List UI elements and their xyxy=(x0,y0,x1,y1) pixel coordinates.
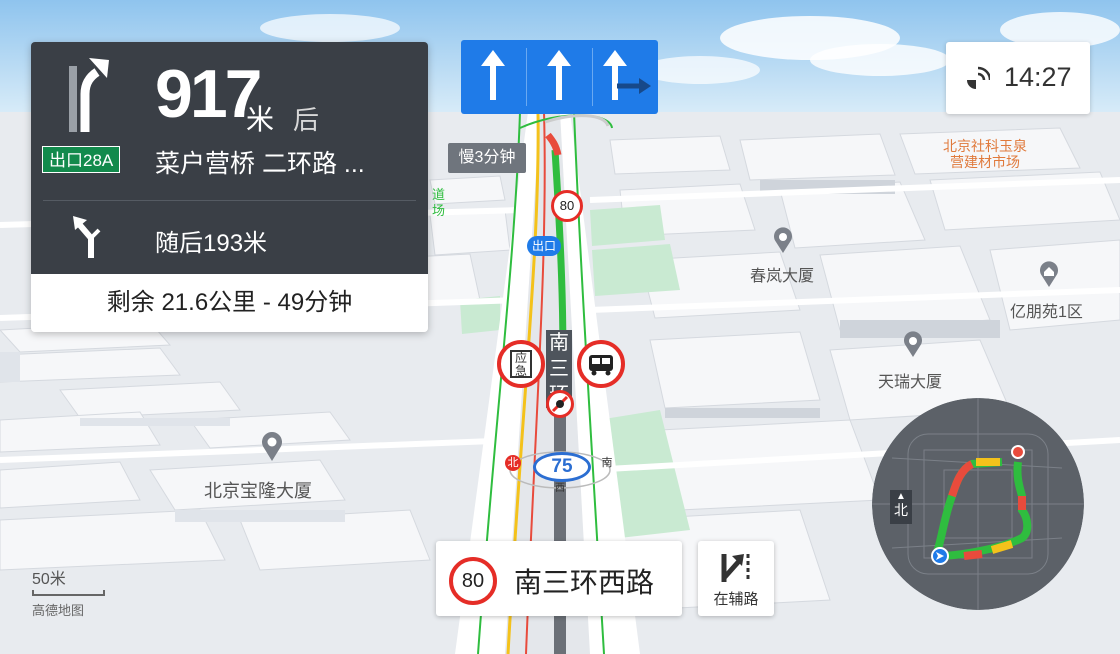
scale-line xyxy=(32,590,105,596)
lane-speed-marker: 75 xyxy=(533,452,591,482)
lane-straight xyxy=(461,40,526,114)
clock-time: 14:27 xyxy=(1004,62,1072,92)
exit-marker: 出口 xyxy=(527,236,561,256)
north-marker: 北 xyxy=(505,455,521,471)
poi-home-icon xyxy=(1040,261,1058,287)
divider xyxy=(43,200,416,201)
poi-pin-icon xyxy=(774,227,792,253)
current-road-name: 南三环西路 xyxy=(514,567,655,598)
navigation-screen: 南三环西路 80 出口 应 急 75 北 南 西 道 场 北京社科玉泉 营建材市… xyxy=(0,0,1120,654)
exit-badge: 出口28A xyxy=(42,146,121,173)
satellite-icon xyxy=(967,66,990,89)
lane-straight-right xyxy=(593,40,658,114)
up-arrow-icon xyxy=(481,50,505,100)
switch-aux-road-button[interactable]: 在辅路 xyxy=(698,541,774,616)
poi-pin-icon xyxy=(262,432,282,461)
aux-road-label: 在辅路 xyxy=(713,591,759,608)
next-instruction: 随后193米 xyxy=(155,230,268,257)
distance-unit: 米 xyxy=(246,104,275,135)
map-scale: 50米 高德地图 xyxy=(32,565,105,619)
poi-pin-icon xyxy=(904,331,922,357)
poi-building-materials-market: 北京社科玉泉 营建材市场 xyxy=(943,138,1027,170)
west-marker: 西 xyxy=(555,483,565,494)
no-overtaking-sign xyxy=(546,390,574,418)
maneuver-panel[interactable]: 917 米 后 出口28A 菜户营桥 二环路 ... 随后193米 剩余 21.… xyxy=(31,42,428,332)
map-road-fragment-2: 场 xyxy=(432,203,446,218)
brand-logo: 高德地图 xyxy=(32,603,85,618)
distance-suffix: 后 xyxy=(293,105,320,135)
next-road-name: 菜户营桥 二环路 ... xyxy=(155,150,365,178)
poi-label-yipengyuan: 亿朋苑1区 xyxy=(1010,304,1083,321)
poi-label-baolong: 北京宝隆大厦 xyxy=(204,481,312,501)
maneuver-panel-top: 917 米 后 出口28A 菜户营桥 二环路 ... 随后193米 xyxy=(31,42,428,274)
keep-right-arrow-icon xyxy=(69,58,109,132)
up-right-arrow-icon xyxy=(603,50,651,100)
speed-limit-sign: 80 xyxy=(449,557,497,605)
up-arrow-icon xyxy=(547,50,571,100)
scale-value: 50米 xyxy=(32,571,66,588)
poi-label-chunlan: 春岚大厦 xyxy=(750,268,815,285)
bus-icon xyxy=(589,355,613,376)
aux-road-icon xyxy=(721,554,750,582)
bus-lane-badge xyxy=(577,340,625,388)
fork-left-arrow-icon xyxy=(73,216,101,258)
current-road-card: 80 南三环西路 xyxy=(436,541,682,616)
speed-limit-ahead-sign: 80 xyxy=(551,190,583,222)
compass-north[interactable]: ▲ 北 xyxy=(890,490,912,524)
distance-value: 917 xyxy=(155,56,262,132)
emergency-lane-badge: 应 急 xyxy=(497,340,545,388)
lane-straight xyxy=(527,40,592,114)
south-marker: 南 xyxy=(601,457,613,469)
status-clock-card: 14:27 xyxy=(946,42,1090,114)
remaining-info: 剩余 21.6公里 - 49分钟 xyxy=(31,274,428,332)
poi-label-tianrui: 天瑞大厦 xyxy=(878,374,943,391)
traffic-delay-tag[interactable]: 慢3分钟 xyxy=(448,143,526,173)
lane-guidance xyxy=(461,40,658,114)
